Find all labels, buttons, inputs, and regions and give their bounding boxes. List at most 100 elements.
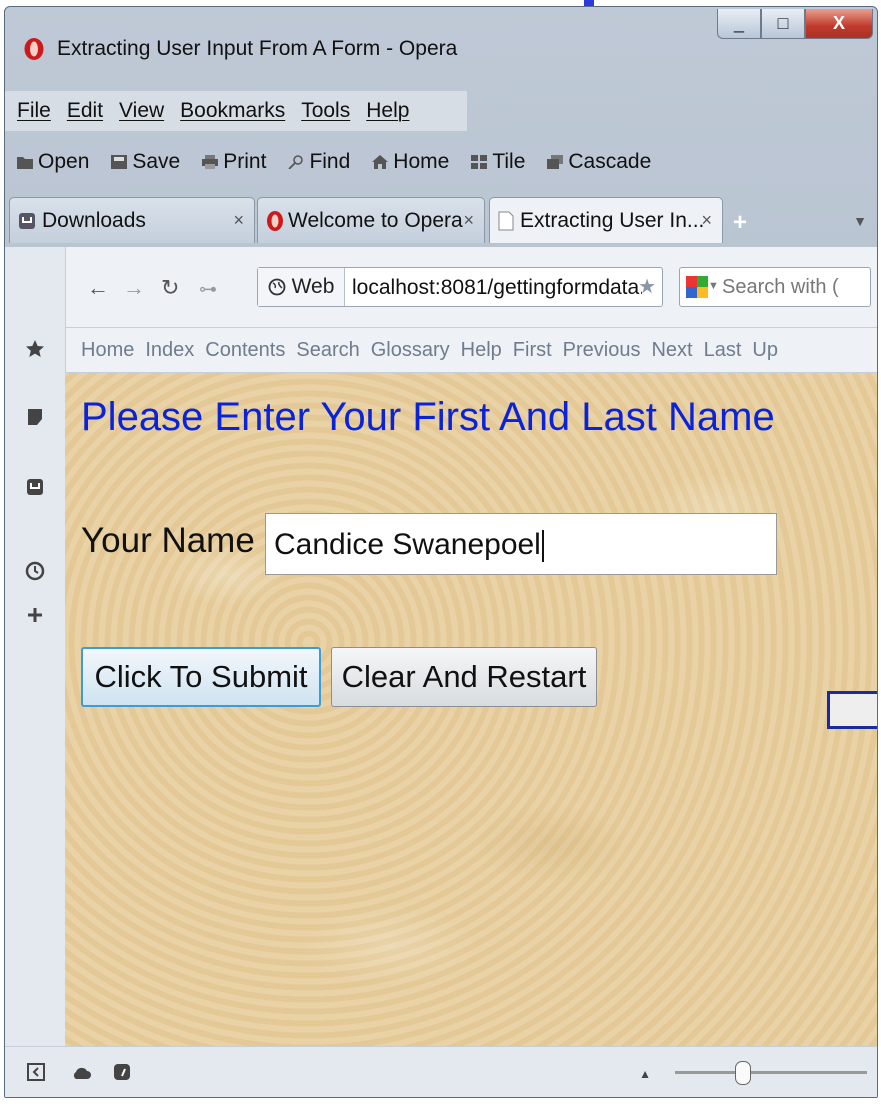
menu-tools[interactable]: Tools — [301, 99, 350, 123]
zoom-arrow-icon[interactable]: ▲ — [639, 1067, 651, 1081]
page-icon — [498, 211, 514, 230]
text-caret — [541, 530, 544, 563]
downloads-icon — [19, 212, 35, 229]
minimize-button[interactable]: _ — [717, 9, 761, 39]
browser-window: Extracting User Input From A Form - Oper… — [4, 6, 878, 1098]
save-icon — [111, 155, 128, 169]
history-icon[interactable] — [25, 561, 45, 581]
bookmark-star-icon[interactable] — [25, 339, 45, 359]
chevron-down-icon[interactable]: ▼ — [708, 280, 719, 292]
url-text: localhost:8081/gettingformdata. — [352, 276, 642, 299]
key-icon[interactable]: ⊶ — [199, 279, 217, 300]
tab-label: Welcome to Opera — [288, 208, 463, 232]
open-label: Open — [38, 150, 90, 173]
link-search[interactable]: Search — [296, 339, 359, 362]
window-title: Extracting User Input From A Form - Oper… — [57, 37, 458, 60]
menu-view[interactable]: View — [119, 99, 164, 123]
panel-sidebar — [5, 247, 66, 1047]
submit-button[interactable]: Click To Submit — [81, 647, 321, 707]
turbo-icon[interactable] — [71, 1064, 91, 1080]
tile-button[interactable]: Tile — [471, 150, 525, 174]
print-label: Print — [223, 150, 267, 173]
link-contents[interactable]: Contents — [205, 339, 285, 362]
toolbar: Open Save Print Find Home Tile Cascade — [5, 141, 673, 183]
zoom-slider[interactable] — [675, 1061, 867, 1085]
downloads-icon[interactable] — [25, 477, 45, 497]
link-up[interactable]: Up — [752, 339, 778, 362]
link-help[interactable]: Help — [461, 339, 502, 362]
title-bar: Extracting User Input From A Form - Oper… — [5, 7, 877, 83]
menu-file[interactable]: File — [17, 99, 51, 123]
link-last[interactable]: Last — [704, 339, 742, 362]
tab-close-icon[interactable]: × — [701, 210, 712, 231]
speed-dial-icon[interactable] — [113, 1063, 131, 1081]
browser-chrome: ← → ↻ ⊶ Web localhost:8081/gettingformda… — [5, 247, 877, 1097]
link-first[interactable]: First — [513, 339, 552, 362]
menu-bar: File Edit View Bookmarks Tools Help — [5, 91, 467, 131]
overlay-box — [827, 691, 877, 729]
navigation-link-bar: Home Index Contents Search Glossary Help… — [65, 328, 877, 373]
name-input[interactable]: Candice Swanepoel — [265, 513, 777, 575]
menu-edit[interactable]: Edit — [67, 99, 103, 123]
tab-extracting[interactable]: Extracting User In... × — [489, 197, 723, 243]
globe-icon — [268, 278, 285, 296]
bookmark-star-icon[interactable]: ★ — [638, 274, 656, 299]
opera-logo-icon — [267, 210, 283, 231]
tab-close-icon[interactable]: × — [463, 210, 474, 231]
name-input-value: Candice Swanepoel — [274, 528, 541, 561]
tile-icon — [471, 155, 488, 169]
site-info-badge[interactable]: Web — [258, 268, 345, 306]
tile-label: Tile — [492, 150, 526, 173]
status-bar: ▲ — [5, 1046, 877, 1097]
save-button[interactable]: Save — [111, 150, 180, 174]
find-label: Find — [309, 150, 351, 173]
tab-bar: Downloads × Welcome to Opera × Extractin… — [5, 193, 877, 247]
name-label: Your Name — [81, 521, 255, 560]
google-search-icon[interactable] — [686, 276, 708, 298]
open-button[interactable]: Open — [17, 150, 89, 174]
add-panel-icon[interactable] — [25, 605, 45, 625]
home-icon — [372, 155, 389, 169]
menu-help[interactable]: Help — [366, 99, 409, 123]
url-field[interactable]: Web localhost:8081/gettingformdata. ★ — [257, 267, 663, 307]
link-glossary[interactable]: Glossary — [371, 339, 450, 362]
link-previous[interactable]: Previous — [563, 339, 641, 362]
close-button[interactable]: X — [805, 9, 873, 39]
tab-welcome[interactable]: Welcome to Opera × — [257, 197, 485, 243]
tab-close-icon[interactable]: × — [233, 210, 244, 231]
address-bar: ← → ↻ ⊶ Web localhost:8081/gettingformda… — [65, 247, 877, 328]
cascade-button[interactable]: Cascade — [547, 150, 651, 174]
reload-icon[interactable]: ↻ — [161, 275, 179, 301]
tab-label: Extracting User In... — [520, 208, 705, 232]
cascade-icon — [547, 155, 564, 169]
link-home[interactable]: Home — [81, 339, 134, 362]
tab-menu-icon[interactable]: ▼ — [853, 213, 867, 229]
tab-label: Downloads — [42, 208, 146, 232]
panel-toggle-icon[interactable] — [27, 1063, 45, 1081]
site-info-label: Web — [291, 275, 335, 298]
tab-downloads[interactable]: Downloads × — [9, 197, 255, 243]
find-button[interactable]: Find — [288, 150, 350, 174]
forward-icon[interactable]: → — [123, 275, 145, 301]
link-index[interactable]: Index — [145, 339, 194, 362]
search-icon — [288, 155, 304, 169]
printer-icon — [202, 155, 219, 169]
folder-icon — [17, 157, 33, 169]
link-next[interactable]: Next — [651, 339, 692, 362]
page-heading: Please Enter Your First And Last Name — [81, 395, 775, 439]
maximize-button[interactable]: □ — [761, 9, 805, 39]
home-button[interactable]: Home — [372, 150, 449, 174]
print-button[interactable]: Print — [202, 150, 266, 174]
home-label: Home — [393, 150, 450, 173]
notes-icon[interactable] — [25, 407, 45, 427]
window-controls: _ □ X — [717, 9, 873, 39]
search-field[interactable]: ▼ Search with ( — [679, 267, 871, 307]
search-placeholder: Search with ( — [722, 276, 839, 298]
page-content: Please Enter Your First And Last Name Yo… — [65, 373, 877, 1047]
menu-bookmarks[interactable]: Bookmarks — [180, 99, 285, 123]
zoom-slider-handle[interactable] — [735, 1061, 751, 1085]
opera-logo-icon — [24, 38, 44, 60]
back-icon[interactable]: ← — [87, 275, 109, 301]
new-tab-icon[interactable]: + — [733, 209, 747, 237]
clear-button[interactable]: Clear And Restart — [331, 647, 597, 707]
